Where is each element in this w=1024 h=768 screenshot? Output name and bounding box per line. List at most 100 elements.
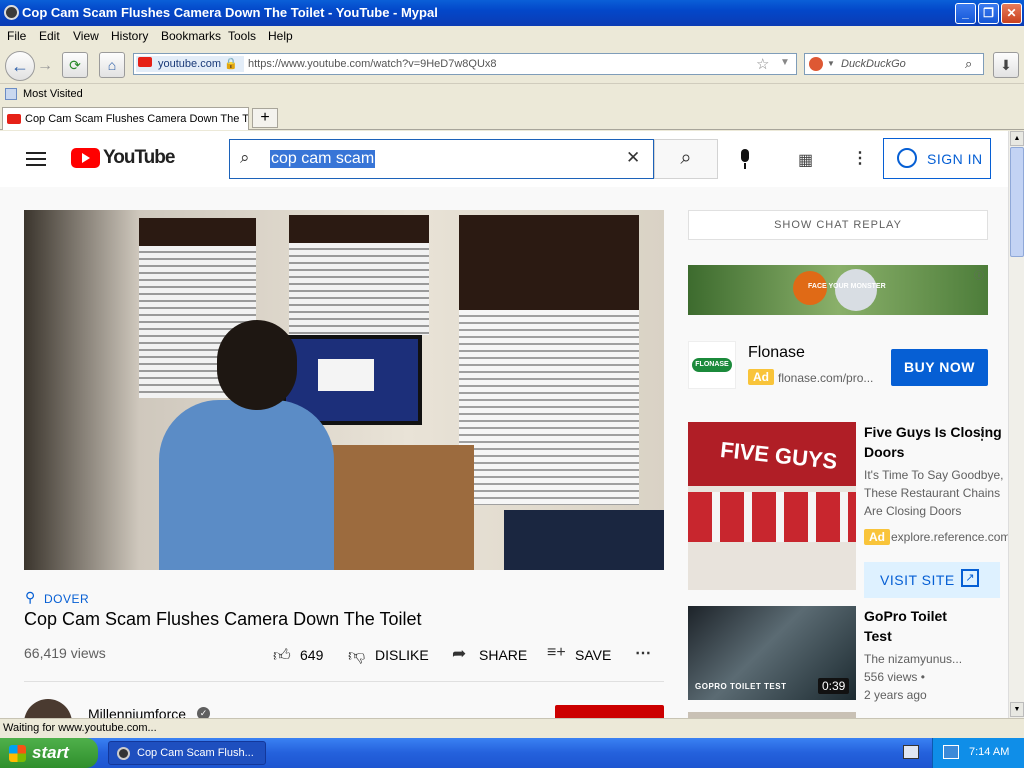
clear-search-icon[interactable]: ✕ [626, 148, 640, 168]
site-identity[interactable]: youtube.com 🔒 [136, 56, 244, 72]
keyboard-tray-icon[interactable] [903, 745, 919, 759]
subscribe-button[interactable] [555, 705, 664, 718]
menu-view[interactable]: View [73, 29, 99, 43]
gopro-thumbnail[interactable]: GOPRO TOILET TEST 0:39 [688, 606, 856, 700]
sign-in-button[interactable]: SIGN IN [883, 138, 991, 179]
menu-file[interactable]: File [7, 29, 26, 43]
home-icon[interactable]: ⌂ [99, 52, 125, 78]
video-person [159, 400, 334, 570]
yt-search-box[interactable]: ⌕ cop cam scam ✕ [229, 139, 654, 179]
new-tab-button[interactable]: + [252, 108, 278, 128]
page-content: YouTube ⌕ cop cam scam ✕ ⌕ ▦ ⋮ SIGN IN ⚲… [0, 131, 1008, 718]
youtube-logo-icon[interactable] [71, 148, 100, 168]
site-favicon [138, 57, 152, 67]
visit-site-button[interactable]: VISIT SITE ↗ [864, 562, 1000, 598]
settings-more-icon[interactable]: ⋮ [852, 148, 868, 168]
yt-search-inline-icon: ⌕ [240, 148, 250, 167]
ad2-domain: explore.reference.com [891, 530, 1008, 544]
ad2-badge: Ad [864, 529, 890, 545]
ad2-more-icon[interactable]: ⋮ [975, 426, 989, 443]
rec1-channel[interactable]: The nizamyunus... [864, 652, 962, 666]
start-label: start [32, 743, 69, 762]
maximize-button[interactable]: ❐ [978, 3, 999, 24]
ad-banner[interactable]: FACE YOUR MONSTER ⓘ [688, 265, 988, 315]
scrollbar-thumb[interactable] [1010, 147, 1024, 257]
yt-search-input[interactable]: cop cam scam [270, 150, 376, 168]
ad-info-icon[interactable]: ⓘ [974, 267, 984, 282]
status-text: Waiting for www.youtube.com... [3, 722, 157, 734]
mypal-app-icon [4, 5, 19, 20]
close-button[interactable]: ✕ [1001, 3, 1022, 24]
youtube-logo-text[interactable]: YouTube [103, 147, 175, 169]
minimize-button[interactable]: _ [955, 3, 976, 24]
windows-logo-icon [9, 745, 26, 762]
ad2-description: It's Time To Say Goodbye, These Restaura… [864, 468, 1004, 518]
menu-edit[interactable]: Edit [39, 29, 60, 43]
rec1-age: 2 years ago [864, 688, 927, 702]
reload-icon[interactable]: ⟳ [62, 52, 88, 78]
video-person-head [217, 320, 297, 410]
menu-history[interactable]: History [111, 29, 148, 43]
visit-site-label: VISIT SITE [880, 572, 955, 588]
channel-name[interactable]: Millenniumforce [88, 706, 186, 718]
save-button[interactable]: SAVE [575, 647, 611, 663]
verified-check-icon: ✓ [197, 707, 210, 718]
duckduckgo-icon[interactable] [809, 57, 823, 71]
rec1-views: 556 views • [864, 670, 925, 684]
site-domain: youtube.com [158, 58, 221, 70]
yt-search-button[interactable]: ⌕ [654, 139, 718, 179]
tab-active[interactable]: Cop Cam Scam Flushes Camera Down The T..… [2, 107, 249, 130]
share-button[interactable]: SHARE [479, 647, 527, 663]
window-title-bar[interactable]: Cop Cam Scam Flushes Camera Down The Toi… [0, 0, 1024, 26]
video-player[interactable] [24, 210, 664, 570]
menu-bookmarks[interactable]: Bookmarks [161, 29, 221, 43]
location-tag[interactable]: DOVER [44, 592, 89, 606]
taskbar: start Cop Cam Scam Flush... 7:14 AM [0, 738, 1024, 768]
ad-banner-text: FACE YOUR MONSTER [808, 283, 886, 290]
menu-help[interactable]: Help [268, 29, 293, 43]
search-icon[interactable]: ⌕ [965, 56, 972, 72]
taskbar-window-button[interactable]: Cop Cam Scam Flush... [108, 741, 266, 765]
url-bar[interactable]: youtube.com 🔒 https://www.youtube.com/wa… [133, 53, 797, 75]
clock[interactable]: 7:14 AM [969, 746, 1009, 758]
video-chair [504, 510, 664, 570]
menu-tools[interactable]: Tools [228, 29, 256, 43]
like-count[interactable]: 649 [300, 647, 323, 663]
network-tray-icon[interactable] [943, 745, 959, 759]
tab-strip: Cop Cam Scam Flushes Camera Down The T..… [0, 106, 1024, 130]
dislike-button[interactable]: DISLIKE [375, 647, 429, 663]
apps-grid-icon[interactable]: ▦ [798, 150, 813, 170]
back-icon[interactable]: ← [5, 51, 35, 81]
scroll-down-arrow-icon[interactable]: ▼ [1010, 702, 1024, 717]
url-dropdown-icon[interactable]: ▼ [780, 57, 790, 68]
most-visited-link[interactable]: Most Visited [23, 88, 83, 100]
five-guys-thumbnail[interactable]: FIVE GUYS [688, 422, 856, 590]
video-duration: 0:39 [818, 678, 850, 694]
search-bar[interactable]: ▼ DuckDuckGo ⌕ [804, 53, 984, 75]
share-icon[interactable]: ➦ [452, 644, 466, 664]
rec1-title[interactable]: GoPro Toilet Test [864, 606, 974, 646]
thumbs-down-icon[interactable]: 👎︎ [348, 645, 365, 666]
show-chat-replay-button[interactable]: SHOW CHAT REPLAY [688, 210, 988, 240]
voice-search-icon[interactable] [738, 149, 752, 171]
taskbar-app-icon [117, 747, 130, 760]
hamburger-menu-icon[interactable] [26, 152, 46, 166]
bookmark-star-icon[interactable]: ☆ [756, 55, 769, 73]
download-icon[interactable]: ⬇ [993, 52, 1019, 78]
forward-icon[interactable]: → [37, 57, 53, 75]
scroll-up-arrow-icon[interactable]: ▲ [1010, 131, 1024, 146]
location-pin-icon: ⚲ [25, 589, 36, 605]
thumbs-up-icon[interactable]: 👍︎ [273, 645, 291, 666]
vertical-scrollbar[interactable]: ▲ ▼ [1008, 131, 1024, 718]
search-engine-dropdown-icon[interactable]: ▼ [827, 59, 835, 68]
more-actions-icon[interactable]: ⋯ [635, 643, 651, 663]
buy-now-button[interactable]: BUY NOW [891, 349, 988, 386]
flonase-logo-text: FLONASE [692, 358, 732, 372]
ad-badge: Ad [748, 369, 774, 385]
channel-avatar[interactable] [24, 699, 72, 718]
ad-banner-monster-white [835, 269, 877, 311]
url-text[interactable]: https://www.youtube.com/watch?v=9HeD7w8Q… [248, 58, 497, 70]
tab-favicon [7, 114, 21, 124]
save-playlist-icon[interactable]: ≡+ [547, 644, 566, 662]
start-button[interactable]: start [0, 738, 98, 768]
